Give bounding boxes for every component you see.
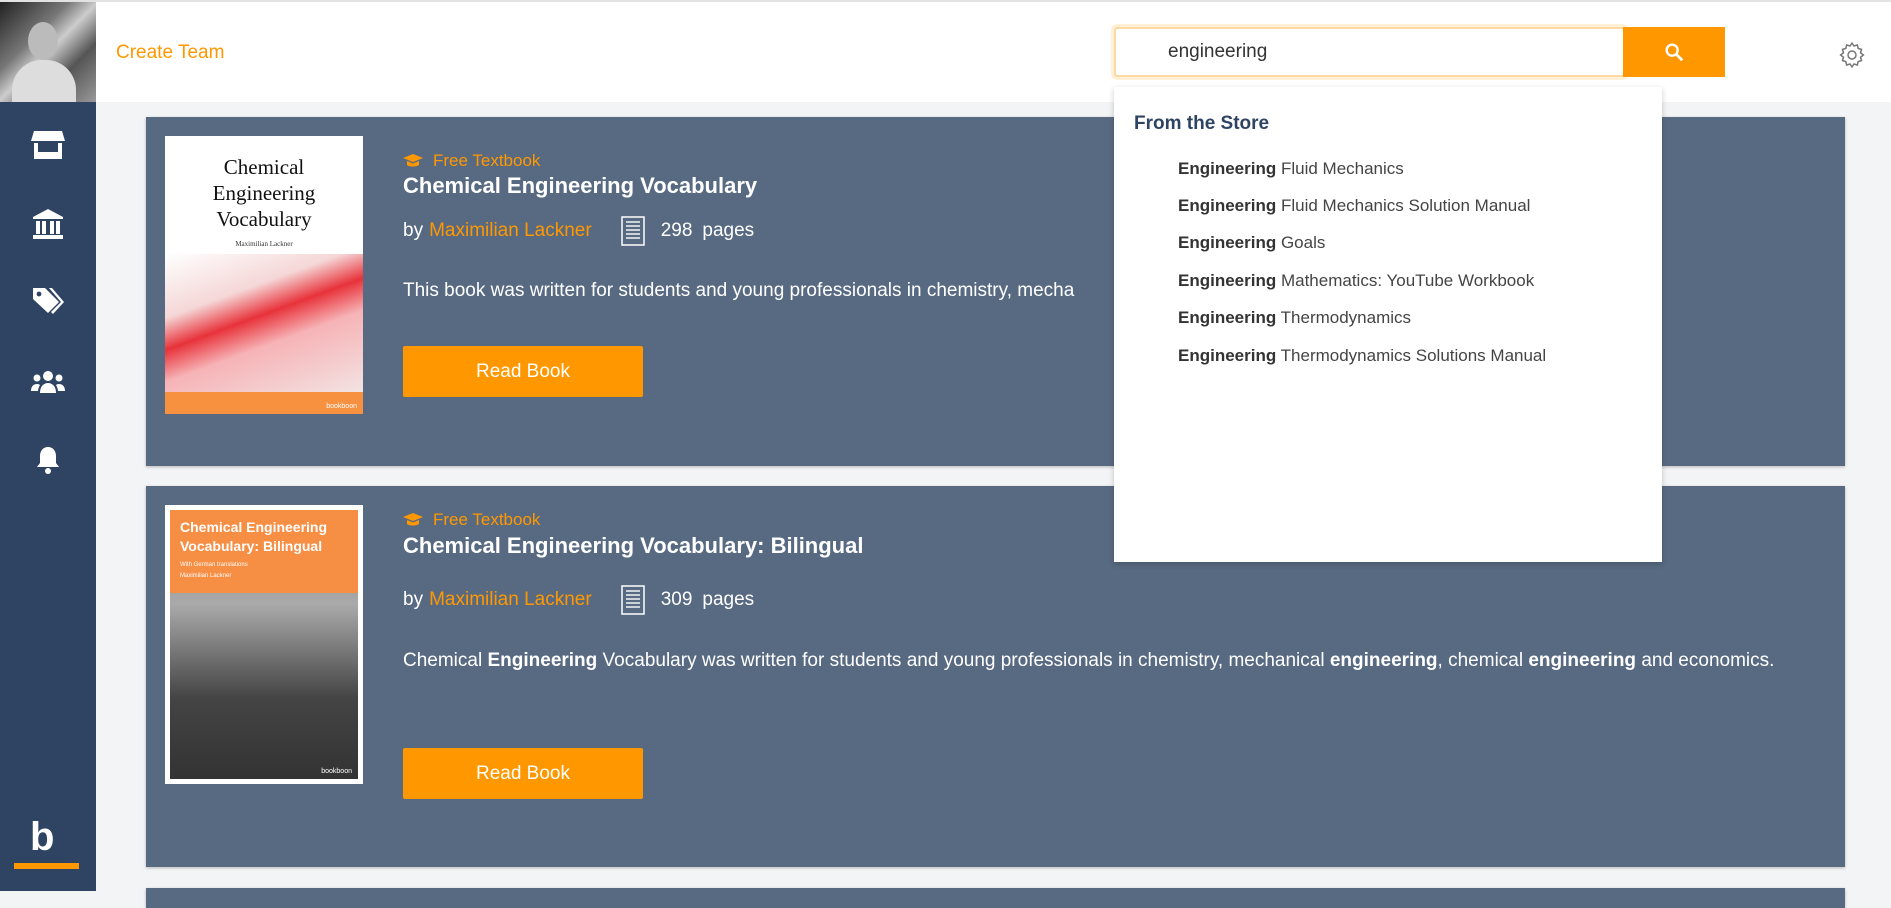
sidebar-item-tags[interactable] [28,285,68,319]
users-icon [31,371,65,393]
sidebar [0,102,96,891]
suggestion-match: Engineering [1178,233,1277,252]
badge-label: Free Textbook [433,151,541,170]
author-link[interactable]: Maximilian Lackner [429,220,592,242]
suggestion-rest: Goals [1276,233,1326,252]
cover-author: Maximilian Lackner [180,573,232,579]
search-input[interactable] [1168,41,1588,63]
search-button[interactable] [1623,27,1725,77]
read-book-button[interactable]: Read Book [403,346,643,397]
storefront-icon [31,131,65,159]
sidebar-item-library[interactable] [28,207,68,241]
publisher-logo: bookboon [321,768,352,775]
sidebar-item-teams[interactable] [28,365,68,399]
document-icon [620,585,645,615]
suggestion-rest: Mathematics: YouTube Workbook [1276,271,1535,290]
pages-label: pages [702,220,755,241]
description-text: Chemical [403,650,488,671]
by-label: by [403,589,424,610]
by-label: by [403,220,424,241]
author-link[interactable]: Maximilian Lackner [429,589,592,611]
cover-header: Chemical Engineering Vocabulary: Bilingu… [170,510,358,593]
tags-icon [33,288,64,314]
sidebar-item-store[interactable] [28,128,68,162]
suggestion-item[interactable]: Engineering Fluid Mechanics [1178,159,1404,179]
suggestion-match: Engineering [1178,159,1277,178]
highlighted-term: Engineering [487,650,598,671]
badge-label: Free Textbook [433,510,541,529]
book-title[interactable]: Chemical Engineering Vocabulary: Bilingu… [403,533,863,559]
description-text: and economics. [1636,650,1775,671]
page-count: 309 [660,589,693,610]
description-text: Vocabulary was written for students and … [597,650,1330,671]
book-cover[interactable]: Chemical Engineering Vocabulary: Bilingu… [165,505,363,784]
cover-title: Vocabulary: Bilingual [180,538,323,554]
read-book-button[interactable]: Read Book [403,748,643,799]
suggestion-item[interactable]: Engineering Thermodynamics Solutions Man… [1178,346,1546,366]
suggestion-match: Engineering [1178,196,1277,215]
suggestions-heading: From the Store [1134,113,1270,134]
bell-icon [37,447,59,474]
page-count: 298 [660,220,693,241]
suggestion-rest: Fluid Mechanics [1276,159,1404,178]
cover-footer: bookboon [165,392,363,414]
description-text: , chemical [1437,650,1529,671]
bookboon-logo[interactable]: b [30,815,54,860]
cover-author: Maximilian Lackner [235,240,293,248]
suggestion-rest: Fluid Mechanics Solution Manual [1276,196,1531,215]
cover-title: Chemical Engineering [180,519,328,535]
cover-image [165,254,363,396]
magnifier-icon [1665,43,1684,62]
suggestion-item[interactable]: Engineering Thermodynamics [1178,308,1411,328]
suggestion-match: Engineering [1178,308,1277,327]
create-team-link[interactable]: Create Team [116,42,224,64]
book-description: Chemical Engineering Vocabulary was writ… [403,644,1823,678]
free-textbook-badge: Free Textbook [403,510,540,530]
cover-title: Chemical Engineering Vocabulary [212,155,316,231]
document-icon [620,216,645,246]
book-title[interactable]: Chemical Engineering Vocabulary [403,173,757,199]
book-cover[interactable]: Chemical Engineering Vocabulary Maximili… [165,136,363,414]
logo-underline [14,863,79,869]
suggestion-rest: Thermodynamics [1276,308,1412,327]
cover-subtitle: With German translations [180,562,248,568]
suggestion-match: Engineering [1178,271,1277,290]
byline: by Maximilian Lackner 298 pages [403,216,754,246]
gear-icon [1839,41,1865,69]
book-card [146,888,1845,908]
sidebar-item-notifications[interactable] [28,443,68,477]
suggestion-item[interactable]: Engineering Goals [1178,233,1325,253]
pages-label: pages [702,589,755,610]
search-box[interactable] [1114,27,1625,77]
free-textbook-badge: Free Textbook [403,151,540,171]
publisher-logo: bookboon [326,403,357,410]
byline: by Maximilian Lackner 309 pages [403,585,754,615]
suggestion-item[interactable]: Engineering Fluid Mechanics Solution Man… [1178,196,1530,216]
bank-icon [33,209,63,239]
suggestion-rest: Thermodynamics Solutions Manual [1276,346,1547,365]
highlighted-term: engineering [1329,650,1438,671]
settings-button[interactable] [1837,40,1867,75]
highlighted-term: engineering [1528,650,1637,671]
avatar[interactable] [0,2,96,102]
search-suggestions-dropdown: From the Store Engineering Fluid Mechani… [1114,87,1662,562]
graduation-cap-icon [403,154,423,167]
suggestion-match: Engineering [1178,346,1277,365]
suggestion-item[interactable]: Engineering Mathematics: YouTube Workboo… [1178,271,1534,291]
graduation-cap-icon [403,513,423,526]
